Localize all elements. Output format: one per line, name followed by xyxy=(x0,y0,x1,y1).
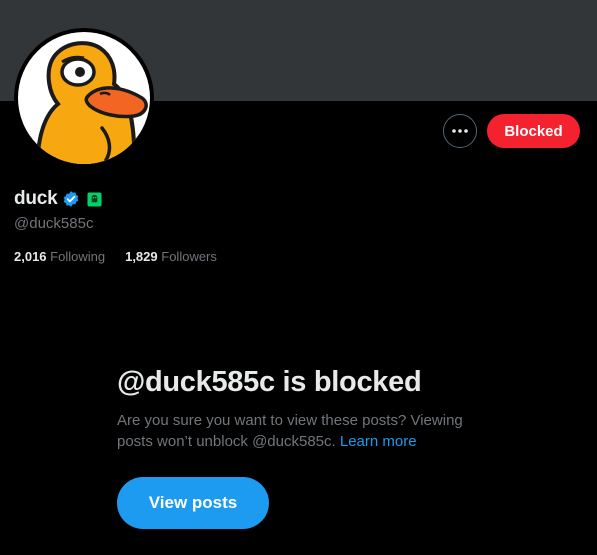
name-row: duck xyxy=(14,187,102,211)
blocked-button[interactable]: Blocked xyxy=(487,114,580,148)
following-link[interactable]: 2,016 Following xyxy=(14,249,105,264)
more-horizontal-icon xyxy=(452,129,468,133)
affiliate-badge-icon[interactable] xyxy=(87,191,102,207)
profile-handle: @duck585c xyxy=(14,215,94,232)
followers-count: 1,829 xyxy=(125,249,158,264)
follow-stats: 2,016 Following 1,829 Followers xyxy=(14,249,217,264)
duck-avatar-icon xyxy=(18,32,150,164)
more-options-button[interactable] xyxy=(443,114,477,148)
view-posts-button[interactable]: View posts xyxy=(117,477,269,529)
followers-label: Followers xyxy=(161,249,217,264)
display-name: duck xyxy=(14,188,58,209)
blocked-description: Are you sure you want to view these post… xyxy=(117,410,477,452)
profile-avatar[interactable] xyxy=(14,28,154,168)
followers-link[interactable]: 1,829 Followers xyxy=(125,249,217,264)
learn-more-link[interactable]: Learn more xyxy=(340,433,417,450)
verified-badge-icon[interactable] xyxy=(62,190,80,208)
following-count: 2,016 xyxy=(14,249,47,264)
following-label: Following xyxy=(50,249,106,264)
blocked-title: @duck585c is blocked xyxy=(117,366,422,398)
